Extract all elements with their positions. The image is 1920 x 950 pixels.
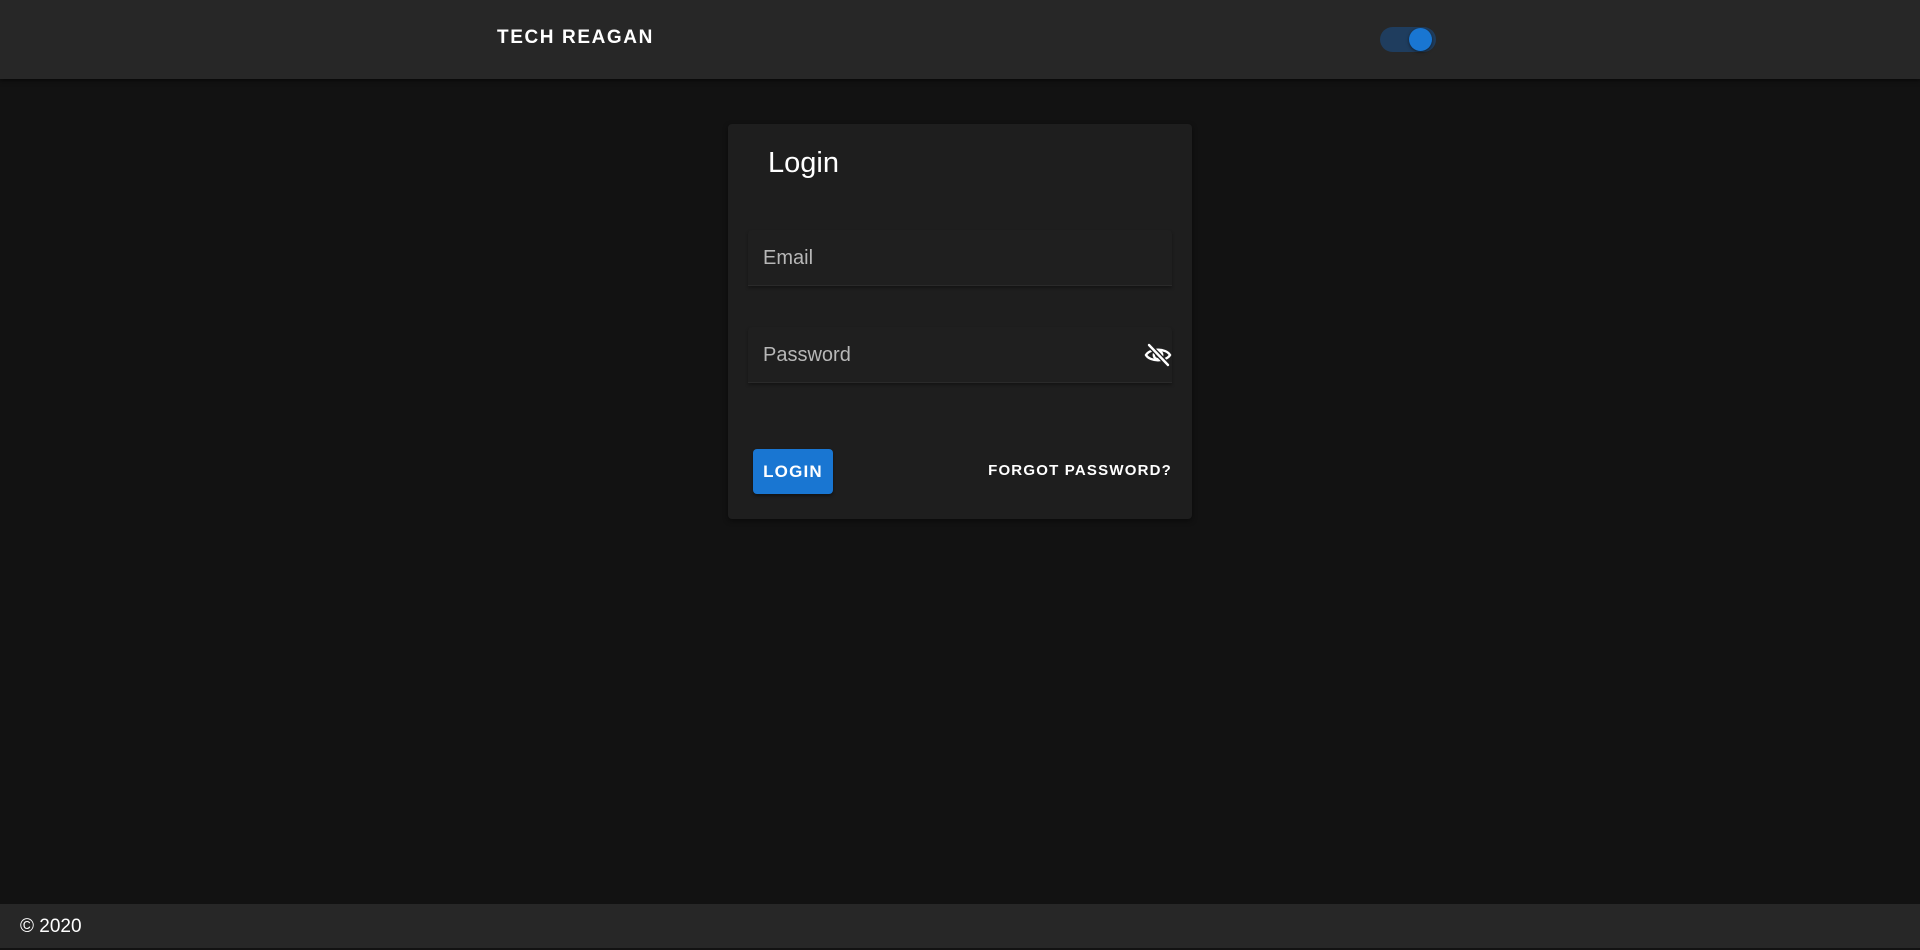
- password-field[interactable]: [748, 327, 1172, 383]
- app-bar: TECH REAGAN: [0, 0, 1920, 79]
- app-title[interactable]: TECH REAGAN: [497, 27, 654, 49]
- footer: © 2020: [0, 904, 1920, 948]
- password-input[interactable]: [763, 337, 1123, 373]
- login-button[interactable]: LOGIN: [753, 449, 833, 494]
- email-field[interactable]: [748, 230, 1172, 286]
- login-card: Login LOGIN FORGOT PASSWORD?: [728, 124, 1192, 519]
- email-input[interactable]: [763, 240, 1123, 276]
- theme-toggle[interactable]: [1378, 22, 1438, 57]
- login-title: Login: [768, 147, 839, 179]
- eye-off-icon[interactable]: [1143, 343, 1173, 367]
- copyright-text: © 2020: [20, 916, 82, 937]
- forgot-password-link[interactable]: FORGOT PASSWORD?: [988, 462, 1172, 479]
- theme-toggle-thumb[interactable]: [1409, 28, 1432, 51]
